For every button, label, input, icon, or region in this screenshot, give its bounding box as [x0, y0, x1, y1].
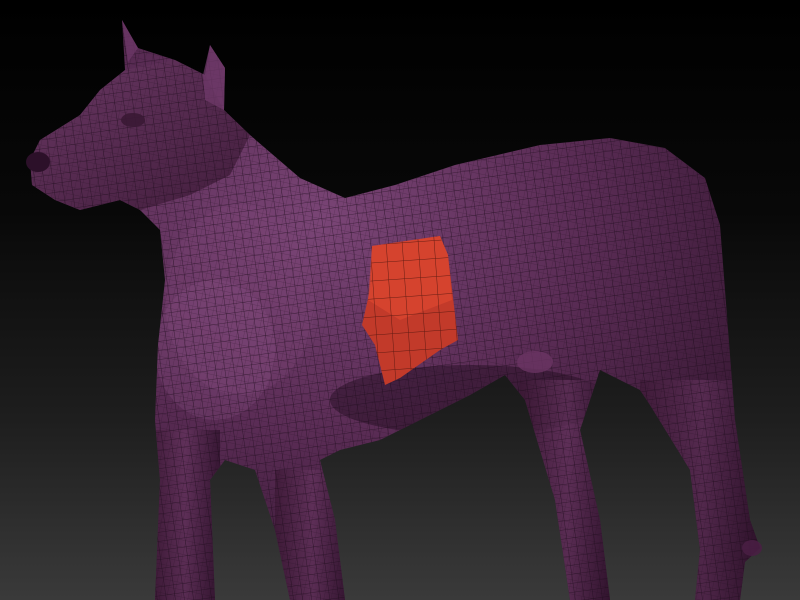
right-ear: [203, 45, 225, 110]
nose: [26, 152, 50, 172]
model-canvas[interactable]: [0, 0, 800, 600]
3d-viewport[interactable]: [0, 0, 800, 600]
eye: [121, 113, 145, 127]
dog-model[interactable]: [0, 0, 800, 600]
hind-paw: [742, 540, 762, 556]
elbow: [517, 351, 553, 373]
